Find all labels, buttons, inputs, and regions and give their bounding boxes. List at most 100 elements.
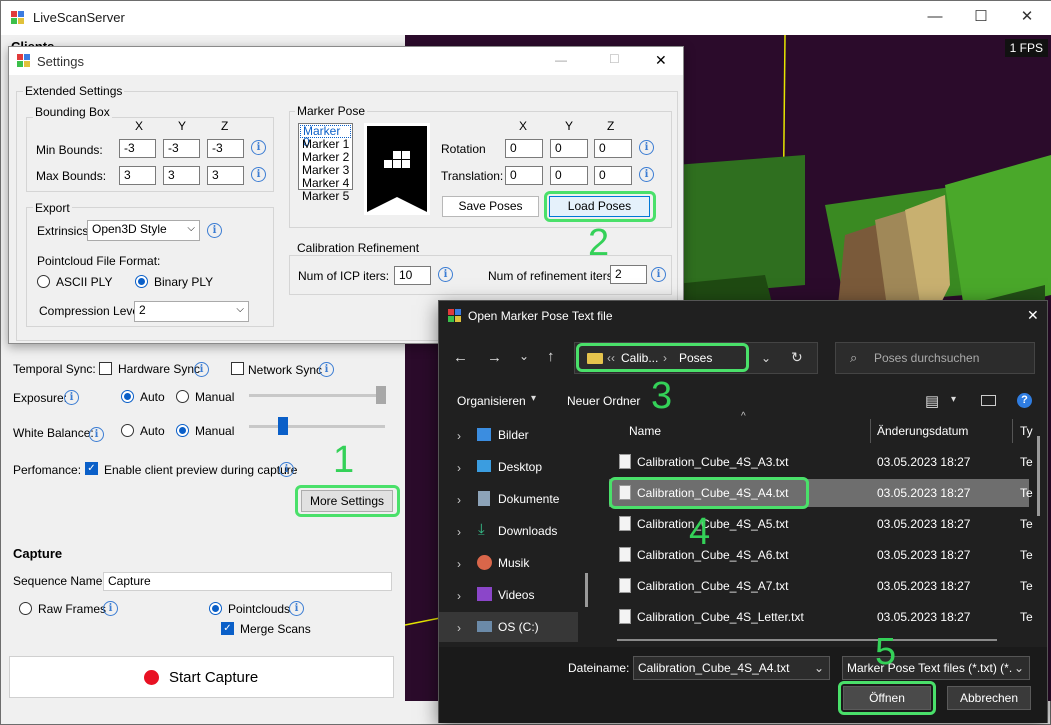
info-icon[interactable]: i [438, 267, 453, 282]
maximize-button[interactable]: ☐ [958, 1, 1004, 35]
nav-scrollbar[interactable] [585, 573, 588, 607]
info-icon[interactable]: i [651, 267, 666, 282]
exposure-auto-radio[interactable] [121, 390, 134, 403]
refresh-icon[interactable]: ↻ [791, 349, 803, 366]
marker-list[interactable]: Marker 0 Marker 1 Marker 2 Marker 3 Mark… [298, 123, 353, 203]
chevron-down-icon[interactable]: ⌄ [761, 351, 771, 365]
horizontal-scrollbar[interactable] [617, 639, 997, 641]
raw-frames-label: Raw Frames [38, 602, 107, 616]
nav-item-bilder[interactable]: › Bilder [439, 420, 584, 450]
max-y-input[interactable]: 3 [163, 166, 200, 185]
raw-frames-radio[interactable] [19, 602, 32, 615]
back-arrow-icon[interactable]: ← [453, 349, 468, 366]
info-icon[interactable]: i [251, 140, 266, 155]
up-arrow-icon[interactable]: ↑ [547, 348, 555, 365]
info-icon[interactable]: i [319, 362, 334, 377]
file-row[interactable]: Calibration_Cube_4S_A3.txt 03.05.2023 18:… [609, 448, 1033, 476]
translation-z-input[interactable]: 0 [594, 166, 632, 185]
settings-maximize-button[interactable]: ☐ [609, 52, 620, 66]
dialog-close-button[interactable]: ✕ [1027, 307, 1039, 324]
marker-list-item[interactable]: Marker 5 [302, 190, 349, 203]
minimize-button[interactable]: — [912, 1, 958, 35]
info-icon[interactable]: i [64, 390, 79, 405]
ascii-ply-radio[interactable] [37, 275, 50, 288]
music-icon [477, 555, 492, 570]
info-icon[interactable]: i [639, 140, 654, 155]
translation-x-input[interactable]: 0 [505, 166, 543, 185]
view-options-icon[interactable]: ▤ [925, 392, 939, 410]
file-row[interactable]: Calibration_Cube_4S_Letter.txt 03.05.2023… [609, 603, 1033, 631]
file-list-scrollbar[interactable] [1037, 436, 1040, 516]
temporal-sync-label: Temporal Sync: [13, 362, 96, 376]
exposure-manual-radio[interactable] [176, 390, 189, 403]
column-header-name[interactable]: Name [629, 424, 661, 438]
exposure-slider-thumb[interactable] [376, 386, 386, 404]
search-box[interactable]: ⌕ Poses durchsuchen [835, 342, 1035, 374]
file-row[interactable]: Calibration_Cube_4S_A7.txt 03.05.2023 18:… [609, 572, 1033, 600]
nav-item-desktop[interactable]: › Desktop [439, 452, 584, 482]
sort-arrow-icon: ^ [741, 411, 746, 422]
nav-item-os-c[interactable]: › OS (C:) [439, 612, 578, 642]
file-type-filter[interactable]: Marker Pose Text files (*.txt) (*. ⌄ [842, 656, 1030, 680]
help-icon[interactable]: ? [1017, 393, 1032, 408]
nav-item-downloads[interactable]: › ⤓ Downloads [439, 516, 584, 546]
settings-minimize-button[interactable]: — [555, 53, 567, 67]
nav-item-musik[interactable]: › Musik [439, 548, 584, 578]
min-y-input[interactable]: -3 [163, 139, 200, 158]
rotation-z-input[interactable]: 0 [594, 139, 632, 158]
min-z-input[interactable]: -3 [207, 139, 244, 158]
binary-ply-radio[interactable] [135, 275, 148, 288]
nav-item-videos[interactable]: › Videos [439, 580, 584, 610]
rotation-x-input[interactable]: 0 [505, 139, 543, 158]
wb-auto-radio[interactable] [121, 424, 134, 437]
exposure-manual-label: Manual [195, 390, 235, 404]
organize-menu[interactable]: Organisieren [457, 394, 526, 408]
text-file-icon [619, 609, 631, 624]
rotation-y-input[interactable]: 0 [550, 139, 588, 158]
exposure-slider[interactable] [249, 394, 385, 397]
refinement-iters-input[interactable]: 2 [610, 265, 647, 284]
merge-scans-checkbox[interactable]: ✓ [221, 622, 234, 635]
network-sync-checkbox[interactable] [231, 362, 244, 375]
min-x-input[interactable]: -3 [119, 139, 156, 158]
info-icon[interactable]: i [207, 223, 222, 238]
new-folder-button[interactable]: Neuer Ordner [567, 394, 640, 408]
cancel-button[interactable]: Abbrechen [947, 686, 1031, 710]
icp-iters-input[interactable]: 10 [394, 266, 431, 285]
wb-manual-radio[interactable] [176, 424, 189, 437]
close-button[interactable]: ✕ [1004, 1, 1050, 35]
client-preview-checkbox[interactable]: ✓ [85, 462, 98, 475]
sequence-name-input[interactable]: Capture [103, 572, 392, 591]
chevron-down-icon[interactable]: ▾ [951, 394, 956, 405]
file-row[interactable]: Calibration_Cube_4S_A5.txt 03.05.2023 18:… [609, 510, 1033, 538]
preview-pane-icon[interactable] [981, 395, 996, 406]
max-z-input[interactable]: 3 [207, 166, 244, 185]
recent-locations-icon[interactable]: ⌄ [519, 349, 529, 363]
pointclouds-radio[interactable] [209, 602, 222, 615]
info-icon[interactable]: i [251, 167, 266, 182]
extrinsics-select[interactable]: Open3D Style ⌵ [87, 220, 200, 241]
filename-input[interactable]: Calibration_Cube_4S_A4.txt ⌄ [633, 656, 830, 680]
settings-close-button[interactable]: ✕ [655, 52, 667, 69]
info-icon[interactable]: i [194, 362, 209, 377]
translation-y-input[interactable]: 0 [550, 166, 588, 185]
forward-arrow-icon[interactable]: → [487, 349, 502, 366]
nav-item-dokumente[interactable]: › Dokumente [439, 484, 584, 514]
start-capture-button[interactable]: Start Capture [9, 656, 394, 698]
save-poses-button[interactable]: Save Poses [442, 196, 539, 217]
hardware-sync-checkbox[interactable] [99, 362, 112, 375]
highlight-load-poses [544, 191, 656, 222]
white-balance-slider[interactable] [249, 425, 385, 428]
bb-x-header: X [135, 119, 144, 133]
compression-level-select[interactable]: 2 ⌵ [134, 301, 249, 322]
info-icon[interactable]: i [103, 601, 118, 616]
info-icon[interactable]: i [279, 462, 294, 477]
column-header-type[interactable]: Ty [1020, 424, 1033, 438]
info-icon[interactable]: i [639, 167, 654, 182]
column-header-date[interactable]: Änderungsdatum [877, 424, 968, 438]
white-balance-slider-thumb[interactable] [278, 417, 288, 435]
info-icon[interactable]: i [89, 427, 104, 442]
info-icon[interactable]: i [289, 601, 304, 616]
max-x-input[interactable]: 3 [119, 166, 156, 185]
file-row[interactable]: Calibration_Cube_4S_A6.txt 03.05.2023 18:… [609, 541, 1033, 569]
